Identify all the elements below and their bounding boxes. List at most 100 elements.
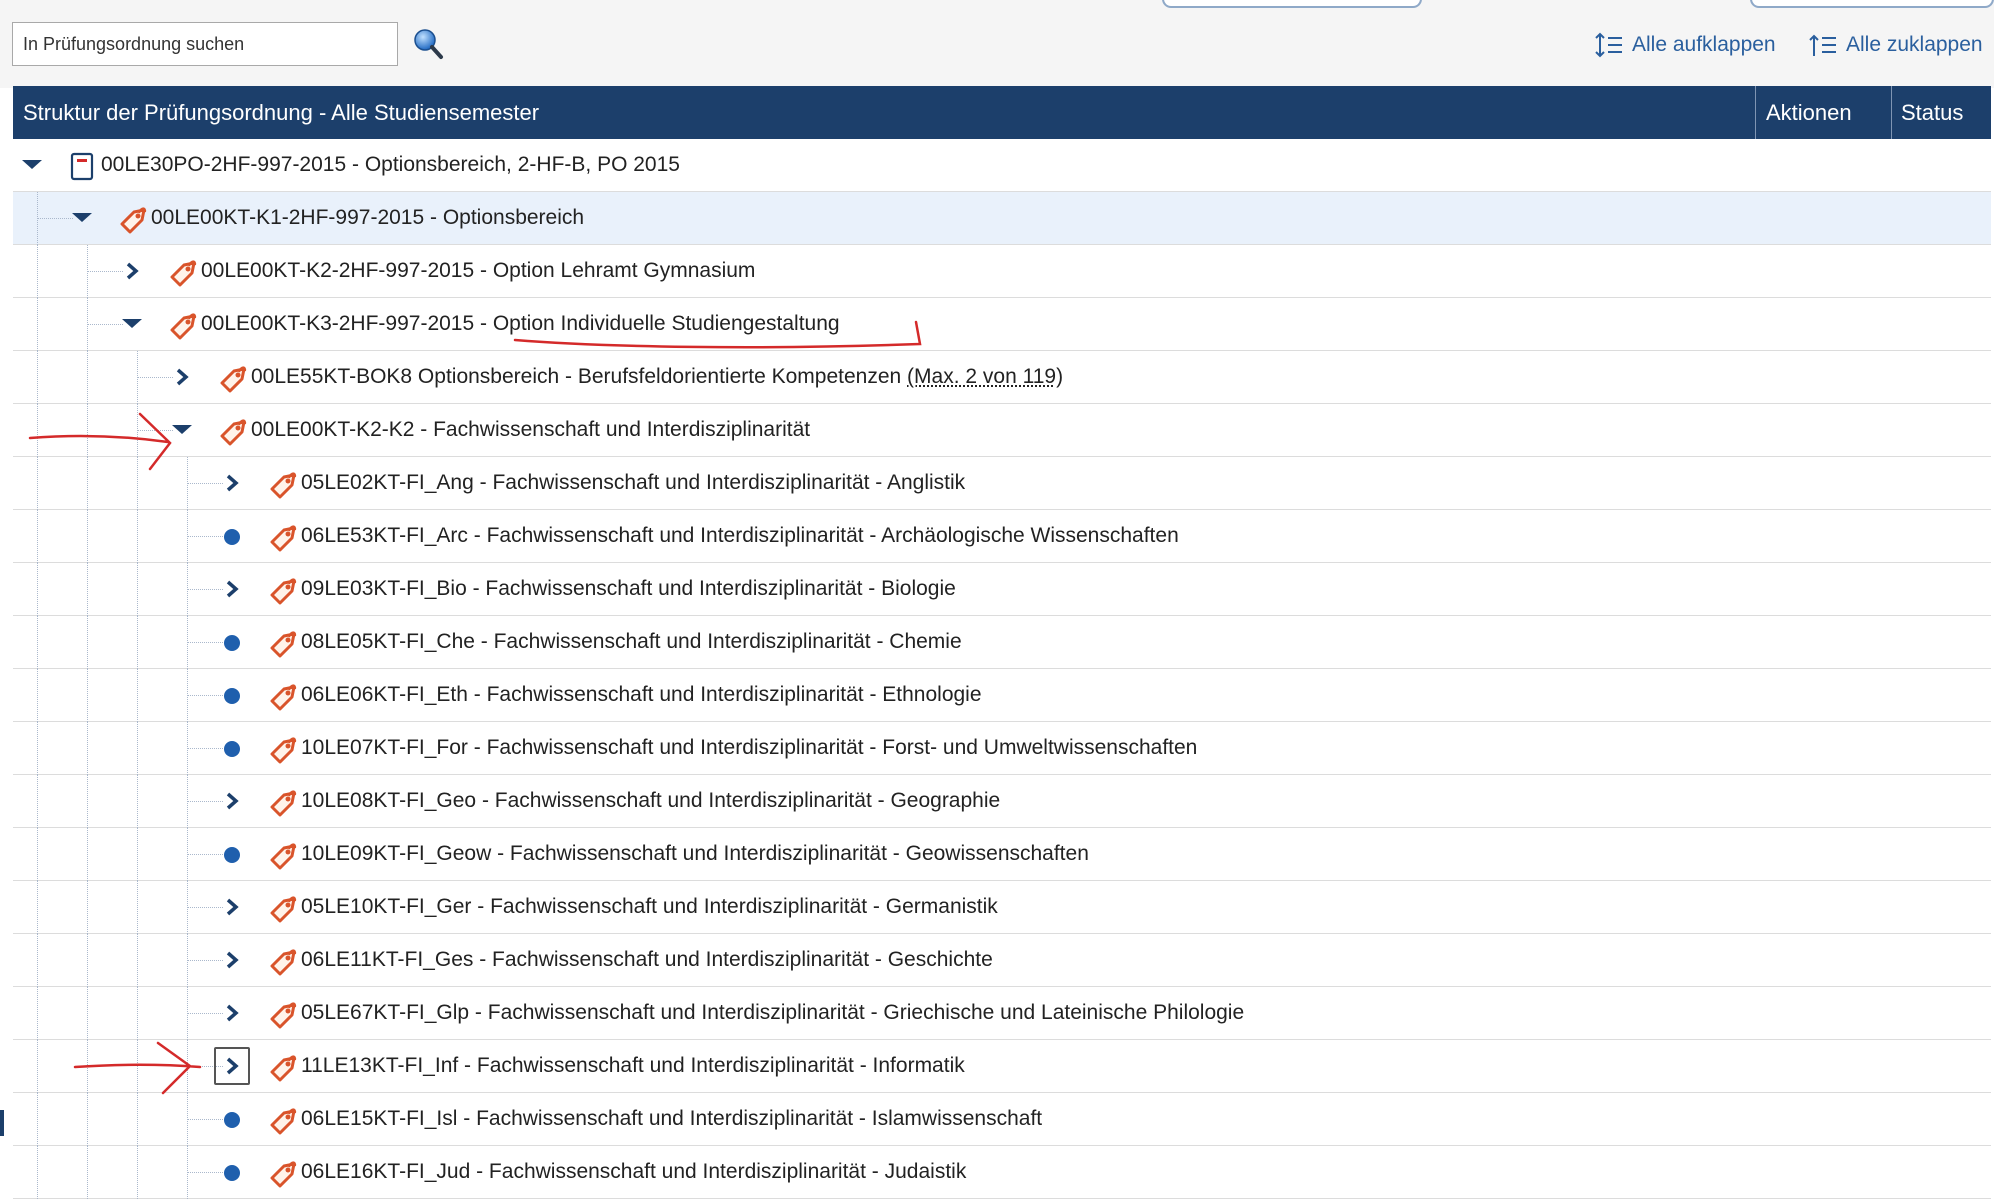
tree-row-text: 10LE07KT-FI_For - Fachwissenschaft und I… <box>301 736 1198 759</box>
tree-row-label[interactable]: 00LE00KT-K2-K2 - Fachwissenschaft und In… <box>251 404 810 457</box>
collapse-toggle[interactable] <box>164 411 200 449</box>
tree-row[interactable]: 06LE06KT-FI_Eth - Fachwissenschaft und I… <box>13 669 1991 722</box>
tag-icon <box>267 1158 297 1188</box>
tree-row[interactable]: 00LE30PO-2HF-997-2015 - Optionsbereich, … <box>13 139 1991 192</box>
tree-guide-line <box>37 616 38 669</box>
tree-row-label[interactable]: 05LE02KT-FI_Ang - Fachwissenschaft und I… <box>301 457 965 510</box>
tree-guide-line <box>87 987 88 1040</box>
chevron-right-icon <box>226 580 239 598</box>
expand-toggle[interactable] <box>114 252 150 290</box>
tree-guide-line <box>87 351 88 404</box>
tree-row-label[interactable]: 00LE00KT-K3-2HF-997-2015 - Option Indivi… <box>201 298 840 351</box>
collapse-all-icon <box>1809 34 1836 56</box>
tree-row-label[interactable]: 05LE10KT-FI_Ger - Fachwissenschaft und I… <box>301 881 998 934</box>
tree-guide-line <box>37 934 38 987</box>
tree-guide-line <box>87 775 88 828</box>
tree-row[interactable]: 00LE00KT-K2-K2 - Fachwissenschaft und In… <box>13 404 1991 457</box>
tree-row-text: 06LE53KT-FI_Arc - Fachwissenschaft und I… <box>301 524 1179 547</box>
chevron-right-icon <box>226 898 239 916</box>
tree-guide-line <box>37 1093 38 1146</box>
tree-row-label[interactable]: 10LE07KT-FI_For - Fachwissenschaft und I… <box>301 722 1197 775</box>
tree-row-label[interactable]: 06LE16KT-FI_Jud - Fachwissenschaft und I… <box>301 1146 966 1199</box>
tree-row-label[interactable]: 06LE06KT-FI_Eth - Fachwissenschaft und I… <box>301 669 982 722</box>
tree-row[interactable]: 10LE09KT-FI_Geow - Fachwissenschaft und … <box>13 828 1991 881</box>
collapse-toggle[interactable] <box>14 146 50 184</box>
expand-toggle[interactable] <box>214 464 250 502</box>
max-count-link[interactable]: (Max. 2 von 119) <box>907 365 1063 388</box>
expand-toggle[interactable] <box>214 888 250 926</box>
tree-guide-connector <box>187 642 223 643</box>
tag-icon <box>267 734 297 764</box>
tab-stub[interactable] <box>1750 0 1994 8</box>
leaf-bullet-icon <box>224 741 240 757</box>
tree-row-label[interactable]: 10LE09KT-FI_Geow - Fachwissenschaft und … <box>301 828 1089 881</box>
tree-guide-line <box>137 563 138 616</box>
expand-toggle[interactable] <box>164 358 200 396</box>
tree-row-label[interactable]: 00LE00KT-K1-2HF-997-2015 - Optionsbereic… <box>151 192 584 245</box>
chevron-down-icon <box>22 160 42 169</box>
collapse-toggle[interactable] <box>114 305 150 343</box>
tree-guide-line <box>137 616 138 669</box>
tree-row[interactable]: 05LE67KT-FI_Glp - Fachwissenschaft und I… <box>13 987 1991 1040</box>
tree-row[interactable]: 11LE13KT-FI_Inf - Fachwissenschaft und I… <box>13 1040 1991 1093</box>
expand-toggle[interactable] <box>214 941 250 979</box>
tree-row-text: 10LE09KT-FI_Geow - Fachwissenschaft und … <box>301 842 1089 865</box>
tree-row-label[interactable]: 06LE53KT-FI_Arc - Fachwissenschaft und I… <box>301 510 1179 563</box>
tree-row[interactable]: 05LE02KT-FI_Ang - Fachwissenschaft und I… <box>13 457 1991 510</box>
tree-row-label[interactable]: 10LE08KT-FI_Geo - Fachwissenschaft und I… <box>301 775 1000 828</box>
tree-guide-line <box>137 881 138 934</box>
leaf-bullet-icon <box>224 1112 240 1128</box>
tree-guide-line <box>37 775 38 828</box>
tree-row-label[interactable]: 00LE55KT-BOK8 Optionsbereich - Berufsfel… <box>251 351 1063 404</box>
tree-row[interactable]: 00LE55KT-BOK8 Optionsbereich - Berufsfel… <box>13 351 1991 404</box>
tree-row[interactable]: 00LE00KT-K3-2HF-997-2015 - Option Indivi… <box>13 298 1991 351</box>
leaf-bullet-icon <box>224 529 240 545</box>
tree-guide-line <box>87 934 88 987</box>
tab-stub[interactable] <box>1162 0 1422 8</box>
collapse-all-button[interactable]: Alle zuklappen <box>1808 32 1983 58</box>
expand-all-button[interactable]: Alle aufklappen <box>1594 32 1776 58</box>
tree-row[interactable]: 00LE00KT-K2-2HF-997-2015 - Option Lehram… <box>13 245 1991 298</box>
tree-row-label[interactable]: 06LE11KT-FI_Ges - Fachwissenschaft und I… <box>301 934 993 987</box>
tree-row[interactable]: 09LE03KT-FI_Bio - Fachwissenschaft und I… <box>13 563 1991 616</box>
tree-row-label[interactable]: 05LE67KT-FI_Glp - Fachwissenschaft und I… <box>301 987 1244 1040</box>
tree-row-text: 09LE03KT-FI_Bio - Fachwissenschaft und I… <box>301 577 956 600</box>
table-header: Struktur der Prüfungsordnung - Alle Stud… <box>13 86 1991 139</box>
tree-row-label[interactable]: 00LE00KT-K2-2HF-997-2015 - Option Lehram… <box>201 245 755 298</box>
tree-guide-line <box>87 1093 88 1146</box>
tree-row[interactable]: 06LE15KT-FI_Isl - Fachwissenschaft und I… <box>13 1093 1991 1146</box>
tree-guide-line <box>137 722 138 775</box>
tree-row-text: 08LE05KT-FI_Che - Fachwissenschaft und I… <box>301 630 962 653</box>
search-button[interactable] <box>410 26 446 62</box>
tree-row[interactable]: 06LE53KT-FI_Arc - Fachwissenschaft und I… <box>13 510 1991 563</box>
tree-guide-line <box>137 934 138 987</box>
document-icon <box>67 151 97 181</box>
tree-row[interactable]: 05LE10KT-FI_Ger - Fachwissenschaft und I… <box>13 881 1991 934</box>
tree-guide-line <box>37 351 38 404</box>
expand-toggle[interactable] <box>214 570 250 608</box>
expand-toggle[interactable] <box>214 994 250 1032</box>
tree-guide-line <box>87 510 88 563</box>
tree-row[interactable]: 06LE16KT-FI_Jud - Fachwissenschaft und I… <box>13 1146 1991 1199</box>
tree-row-text: 00LE30PO-2HF-997-2015 - Optionsbereich, … <box>101 153 680 176</box>
tree-row[interactable]: 08LE05KT-FI_Che - Fachwissenschaft und I… <box>13 616 1991 669</box>
tree-row[interactable]: 10LE07KT-FI_For - Fachwissenschaft und I… <box>13 722 1991 775</box>
collapse-toggle[interactable] <box>64 199 100 237</box>
tag-icon <box>267 628 297 658</box>
tree-row[interactable]: 00LE00KT-K1-2HF-997-2015 - Optionsbereic… <box>13 192 1991 245</box>
tree-row-label[interactable]: 11LE13KT-FI_Inf - Fachwissenschaft und I… <box>301 1040 965 1093</box>
leaf-bullet-icon <box>224 1165 240 1181</box>
expand-toggle[interactable] <box>214 782 250 820</box>
tree-row-label[interactable]: 06LE15KT-FI_Isl - Fachwissenschaft und I… <box>301 1093 1042 1146</box>
tree-row-label[interactable]: 09LE03KT-FI_Bio - Fachwissenschaft und I… <box>301 563 956 616</box>
search-input[interactable] <box>12 22 398 66</box>
tree-row[interactable]: 06LE11KT-FI_Ges - Fachwissenschaft und I… <box>13 934 1991 987</box>
tree-row-label[interactable]: 08LE05KT-FI_Che - Fachwissenschaft und I… <box>301 616 962 669</box>
expand-toggle[interactable] <box>214 1047 250 1085</box>
tree-guide-line <box>87 457 88 510</box>
tree-row-label[interactable]: 00LE30PO-2HF-997-2015 - Optionsbereich, … <box>101 139 680 192</box>
search-icon <box>414 29 443 59</box>
tag-icon <box>167 257 197 287</box>
tree-row[interactable]: 10LE08KT-FI_Geo - Fachwissenschaft und I… <box>13 775 1991 828</box>
tree-guide-line <box>87 1040 88 1093</box>
